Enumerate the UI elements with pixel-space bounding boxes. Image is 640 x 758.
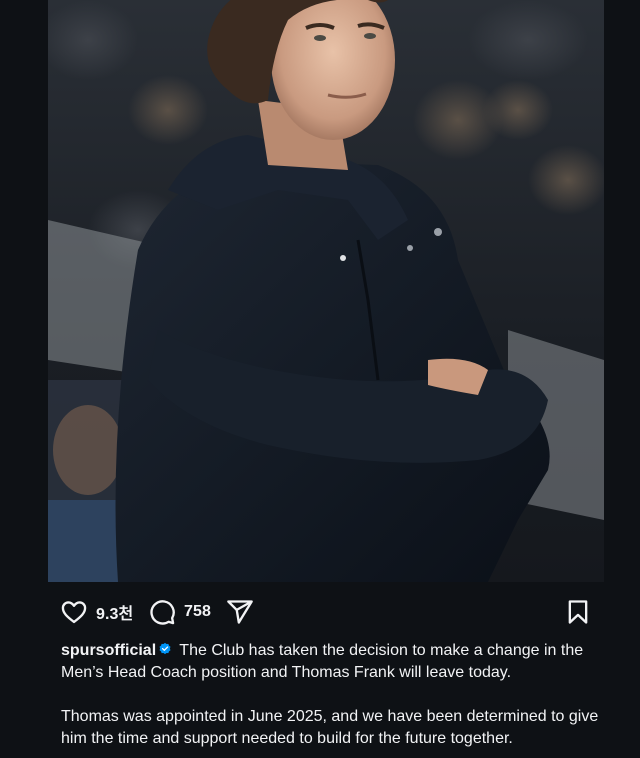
like-count[interactable]: 9.3천	[96, 600, 133, 624]
verified-badge-icon	[159, 642, 171, 655]
comment-bubble-icon	[150, 600, 175, 625]
post-caption: spursofficial The Club has taken the dec…	[61, 640, 601, 750]
save-button[interactable]	[564, 596, 592, 628]
post-photo[interactable]	[48, 0, 604, 582]
instagram-post: 9.3천 758 spursofficial The Club has take…	[0, 0, 640, 758]
caption-paragraph-2: Thomas was appointed in June 2025, and w…	[61, 708, 599, 747]
post-action-bar: 9.3천 758	[60, 596, 592, 628]
comment-count[interactable]: 758	[184, 603, 211, 621]
caption-paragraph-1: spursofficial The Club has taken the dec…	[61, 640, 601, 684]
share-button[interactable]	[226, 596, 254, 628]
coach-photo-illustration	[48, 0, 604, 582]
paper-plane-icon	[227, 600, 253, 624]
bookmark-icon	[568, 600, 588, 624]
heart-icon	[61, 601, 87, 624]
like-button[interactable]: 9.3천	[60, 596, 133, 628]
author-username[interactable]: spursofficial	[61, 642, 156, 659]
comment-button[interactable]: 758	[148, 596, 211, 628]
